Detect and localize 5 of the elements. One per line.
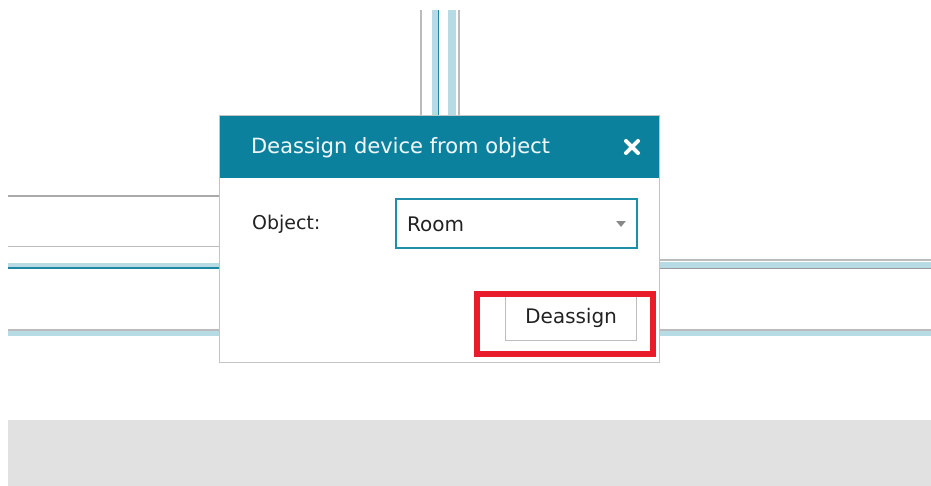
object-select[interactable]: Room (395, 198, 638, 249)
close-icon[interactable] (623, 138, 641, 156)
field-label: Object: (252, 211, 322, 236)
caret-icon (616, 220, 626, 226)
dialog-title: Deassign device from object (251, 133, 550, 160)
